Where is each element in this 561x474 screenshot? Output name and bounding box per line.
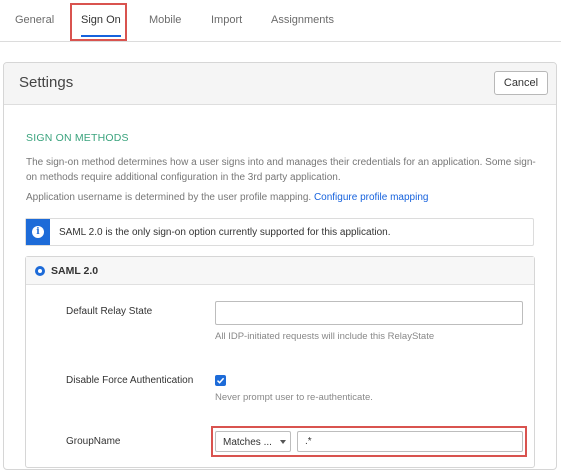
tab-assignments[interactable]: Assignments bbox=[271, 14, 334, 26]
force-auth-checkbox[interactable] bbox=[215, 375, 226, 386]
group-match-select[interactable]: Matches ... bbox=[215, 431, 291, 452]
tab-import[interactable]: Import bbox=[211, 14, 242, 26]
saml-header: SAML 2.0 bbox=[26, 257, 534, 285]
group-match-selected: Matches ... bbox=[223, 437, 272, 448]
relay-state-input[interactable] bbox=[215, 301, 523, 325]
cancel-button[interactable]: Cancel bbox=[494, 71, 548, 95]
tab-general[interactable]: General bbox=[15, 14, 54, 26]
relay-state-hint: All IDP-initiated requests will include … bbox=[215, 331, 435, 342]
group-name-input[interactable] bbox=[297, 431, 523, 452]
section-title: SIGN ON METHODS bbox=[26, 132, 129, 144]
force-auth-label: Disable Force Authentication bbox=[66, 375, 194, 386]
settings-header: Settings Cancel bbox=[4, 63, 556, 105]
info-banner: i SAML 2.0 is the only sign-on option cu… bbox=[25, 218, 534, 246]
sign-on-description: The sign-on method determines how a user… bbox=[26, 157, 536, 183]
saml-label: SAML 2.0 bbox=[51, 265, 99, 277]
chevron-down-icon bbox=[280, 440, 286, 444]
checkmark-icon bbox=[216, 377, 225, 384]
group-name-label: GroupName bbox=[66, 436, 121, 447]
info-text: SAML 2.0 is the only sign-on option curr… bbox=[59, 227, 391, 238]
configure-profile-mapping-link[interactable]: Configure profile mapping bbox=[314, 192, 429, 203]
info-icon-container: i bbox=[26, 219, 50, 245]
tab-highlight-box bbox=[70, 3, 127, 41]
saml-radio-button[interactable] bbox=[35, 266, 45, 276]
settings-title: Settings bbox=[19, 74, 74, 91]
tab-mobile[interactable]: Mobile bbox=[149, 14, 181, 26]
profile-mapping-text: Application username is determined by th… bbox=[26, 192, 428, 203]
settings-panel: Settings Cancel SIGN ON METHODS The sign… bbox=[3, 62, 557, 470]
relay-state-label: Default Relay State bbox=[66, 306, 153, 317]
force-auth-hint: Never prompt user to re-authenticate. bbox=[215, 392, 373, 403]
info-icon: i bbox=[32, 226, 44, 238]
mapping-text: Application username is determined by th… bbox=[26, 192, 312, 203]
